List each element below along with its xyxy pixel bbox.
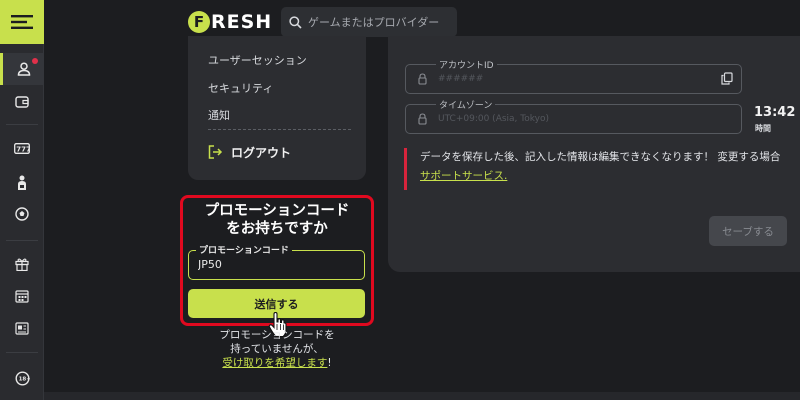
search-input[interactable] xyxy=(308,15,454,29)
menu-icon xyxy=(11,15,33,29)
calendar-icon xyxy=(15,290,29,303)
lock-icon xyxy=(418,113,427,125)
svg-text:777: 777 xyxy=(16,145,30,153)
sidebar-divider xyxy=(6,240,38,241)
account-id-label: アカウントID xyxy=(436,58,497,71)
logout-icon xyxy=(208,145,223,159)
logo-mark: F xyxy=(188,11,210,33)
settings-nav-item-sessions[interactable]: ユーザーセッション xyxy=(208,52,307,68)
page-bottom-strip xyxy=(44,392,800,400)
promo-note: プロモーションコードを 持っていませんが、 受け取りを希望します! xyxy=(180,328,374,370)
sports-icon xyxy=(15,207,29,221)
logout-label: ログアウト xyxy=(231,145,292,160)
sidebar-item-support[interactable]: 18+ xyxy=(0,362,44,394)
menu-toggle-button[interactable] xyxy=(0,0,44,44)
sidebar-item-live-casino[interactable] xyxy=(0,167,44,199)
sidebar-item-profile[interactable] xyxy=(0,53,44,85)
support-icon: 18+ xyxy=(14,370,30,386)
logo-text: RESH xyxy=(211,11,273,33)
sidebar-item-promotions[interactable] xyxy=(0,248,44,280)
settings-nav-item-notifications[interactable]: 通知 xyxy=(208,107,230,123)
sidebar-item-sports[interactable] xyxy=(0,198,44,230)
promo-note-suffix: ! xyxy=(327,357,332,369)
current-time-caption: 時間 xyxy=(755,124,771,133)
lock-icon xyxy=(418,73,427,85)
settings-nav-item-security[interactable]: セキュリティ xyxy=(208,80,273,96)
promo-title: プロモーションコード をお持ちですか xyxy=(180,202,374,238)
promo-code-label: プロモーションコード xyxy=(196,243,292,256)
logout-button[interactable]: ログアウト xyxy=(208,141,291,163)
sidebar-item-news[interactable] xyxy=(0,312,44,344)
user-icon xyxy=(17,62,30,76)
promo-note-line1: プロモーションコードを xyxy=(219,329,335,341)
svg-text:18+: 18+ xyxy=(18,376,29,382)
gift-icon xyxy=(15,258,29,271)
search-icon xyxy=(289,15,302,29)
save-button[interactable]: セーブする xyxy=(709,216,787,246)
nav-divider xyxy=(208,129,351,130)
sidebar-divider xyxy=(6,124,38,125)
promo-code-input[interactable] xyxy=(198,258,348,271)
timezone-value: UTC+09:00 (Asia, Tokyo) xyxy=(438,114,549,124)
search-box[interactable] xyxy=(281,7,457,37)
notification-dot xyxy=(32,58,38,64)
left-sidebar: 777 18+ xyxy=(0,0,44,400)
brand-logo[interactable]: F RESH xyxy=(188,10,272,34)
sidebar-item-slots[interactable]: 777 xyxy=(0,132,44,164)
promo-title-line1: プロモーションコード xyxy=(204,203,350,219)
copy-icon[interactable] xyxy=(721,72,733,85)
account-id-field[interactable]: アカウントID ###### xyxy=(405,58,742,94)
sidebar-item-wallet[interactable] xyxy=(0,86,44,118)
news-icon xyxy=(15,321,29,335)
slots-icon: 777 xyxy=(14,142,30,154)
account-id-value: ###### xyxy=(438,74,484,84)
account-details-panel: アカウントID ###### タイムゾーン UTC+09:00 (Asia, T… xyxy=(388,36,800,272)
support-service-link[interactable]: サポートサービス. xyxy=(420,170,507,182)
promo-title-line2: をお持ちですか xyxy=(226,221,328,237)
save-warning: データを保存した後、記入した情報は編集できなくなります！ 変更する場合 サポート… xyxy=(404,148,800,190)
promo-note-line3: 受け取りを希望します! xyxy=(180,356,374,370)
timezone-label: タイムゾーン xyxy=(436,98,496,111)
promo-note-line2: 持っていませんが、 xyxy=(230,343,324,355)
settings-nav: ユーザーセッション セキュリティ 通知 ログアウト xyxy=(188,36,366,180)
save-warning-text: データを保存した後、記入した情報は編集できなくなります！ 変更する場合 xyxy=(420,151,781,163)
live-casino-icon xyxy=(18,175,26,190)
sidebar-item-tournaments[interactable] xyxy=(0,280,44,312)
wallet-icon xyxy=(15,96,29,108)
request-promo-link[interactable]: 受け取りを希望します xyxy=(222,357,327,369)
sidebar-divider xyxy=(6,352,38,353)
timezone-field[interactable]: タイムゾーン UTC+09:00 (Asia, Tokyo) xyxy=(405,98,742,134)
current-time: 13:42 xyxy=(754,105,796,120)
